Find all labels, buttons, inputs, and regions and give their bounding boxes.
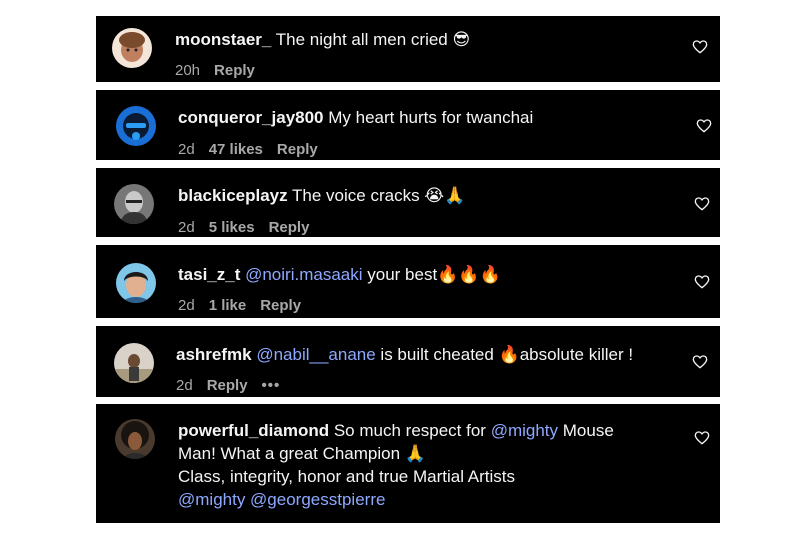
mention-link[interactable]: @mighty — [491, 421, 558, 440]
heart-icon[interactable] — [694, 430, 710, 446]
comment-body: My heart hurts for twanchai — [323, 108, 534, 127]
comment-item: conqueror_jay800 My heart hurts for twan… — [96, 90, 720, 160]
comment-meta: 20h Reply — [175, 62, 269, 80]
comment-line-1: powerful_diamond So much respect for @mi… — [178, 419, 614, 442]
reply-button[interactable]: Reply — [214, 62, 255, 79]
mention-link[interactable]: @georgesstpierre — [245, 490, 385, 509]
heart-icon[interactable] — [694, 196, 710, 212]
heart-icon[interactable] — [696, 118, 712, 134]
likes-count[interactable]: 1 like — [209, 297, 247, 314]
comment-text: tasi_z_t @noiri.masaaki your best🔥🔥🔥 — [178, 264, 501, 286]
avatar[interactable] — [112, 28, 152, 68]
comment-body: The night all men cried 😎 — [271, 30, 471, 49]
comment-meta: 2d Reply ••• — [176, 377, 294, 395]
timestamp: 2d — [176, 377, 193, 394]
comment-item: tasi_z_t @noiri.masaaki your best🔥🔥🔥 2d 1… — [96, 245, 720, 318]
comment-body: your best🔥🔥🔥 — [362, 265, 501, 284]
comment-text: conqueror_jay800 My heart hurts for twan… — [178, 107, 533, 129]
comment-text: powerful_diamond So much respect for @mi… — [178, 419, 614, 511]
reply-button[interactable]: Reply — [260, 297, 301, 314]
username[interactable]: tasi_z_t — [178, 265, 240, 284]
mention-link[interactable]: @nabil__anane — [252, 345, 375, 364]
comment-meta: 2d 47 likes Reply — [178, 141, 332, 159]
timestamp: 2d — [178, 297, 195, 314]
mention-link[interactable]: @mighty — [178, 490, 245, 509]
comment-meta: 2d 5 likes Reply — [178, 219, 323, 237]
comment-text: moonstaer_ The night all men cried 😎 — [175, 29, 470, 51]
mention-link[interactable]: @noiri.masaaki — [240, 265, 362, 284]
reply-button[interactable]: Reply — [269, 219, 310, 236]
reply-button[interactable]: Reply — [277, 141, 318, 158]
comment-line-3: Class, integrity, honor and true Martial… — [178, 467, 515, 486]
comment-item: powerful_diamond So much respect for @mi… — [96, 404, 720, 523]
username[interactable]: moonstaer_ — [175, 30, 271, 49]
comment-body: So much respect for — [329, 421, 491, 440]
likes-count[interactable]: 5 likes — [209, 219, 255, 236]
comment-item: blackiceplayz The voice cracks 😭🙏 2d 5 li… — [96, 168, 720, 237]
comment-text: blackiceplayz The voice cracks 😭🙏 — [178, 185, 465, 207]
more-options-icon[interactable]: ••• — [262, 377, 281, 394]
comment-body: is built cheated 🔥absolute killer ! — [375, 345, 634, 364]
comment-body: The voice cracks 😭🙏 — [287, 186, 466, 205]
avatar[interactable] — [116, 106, 156, 146]
avatar[interactable] — [114, 184, 154, 224]
comment-line-2: Man! What a great Champion 🙏 — [178, 444, 426, 463]
timestamp: 2d — [178, 141, 195, 158]
likes-count[interactable]: 47 likes — [209, 141, 263, 158]
timestamp: 2d — [178, 219, 195, 236]
comment-text: ashrefmk @nabil__anane is built cheated … — [176, 344, 633, 366]
heart-icon[interactable] — [692, 39, 708, 55]
username[interactable]: ashrefmk — [176, 345, 252, 364]
heart-icon[interactable] — [694, 274, 710, 290]
username[interactable]: conqueror_jay800 — [178, 108, 324, 127]
timestamp: 20h — [175, 62, 201, 79]
comment-body: Mouse — [558, 421, 614, 440]
reply-button[interactable]: Reply — [207, 377, 248, 394]
avatar[interactable] — [116, 263, 156, 303]
comment-line-4: @mighty @georgesstpierre — [178, 488, 614, 511]
avatar[interactable] — [114, 343, 154, 383]
username[interactable]: blackiceplayz — [178, 186, 288, 205]
comment-item: ashrefmk @nabil__anane is built cheated … — [96, 326, 720, 397]
username[interactable]: powerful_diamond — [178, 421, 329, 440]
comment-meta: 2d 1 like Reply — [178, 297, 315, 315]
heart-icon[interactable] — [692, 354, 708, 370]
avatar[interactable] — [115, 419, 155, 459]
comment-item: moonstaer_ The night all men cried 😎 20h… — [96, 16, 720, 82]
